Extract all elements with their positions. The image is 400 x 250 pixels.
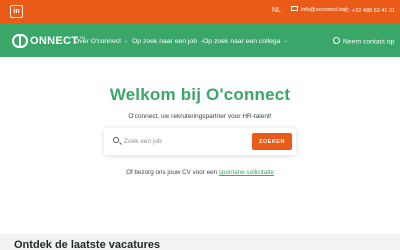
top-bar: in NL info@oconnect.be ✆ +32 488 53 41 31: [0, 0, 400, 24]
email-link[interactable]: info@oconnect.be: [291, 6, 346, 13]
search-button[interactable]: ZOEKEN: [252, 133, 292, 150]
nav-item-over-oconnect[interactable]: Over O'connect ⌄: [74, 38, 128, 45]
chevron-down-icon: ⌄: [283, 38, 288, 44]
phone-text: +32 488 53 41 31: [352, 8, 396, 14]
main-navigation: ONNECT TM Over O'connect ⌄ Op zoek naar e…: [0, 24, 400, 57]
nav-item-label: Op zoek naar een job: [132, 38, 197, 45]
email-text: info@oconnect.be: [301, 7, 346, 13]
mail-icon: [291, 6, 298, 12]
spontaneous-application-link[interactable]: spontane sollicitatie: [219, 169, 274, 176]
hero-subtitle: O'connect, uw rekruteringspartner voor H…: [128, 113, 272, 120]
phone-link[interactable]: ✆ +32 488 53 41 31: [344, 7, 395, 14]
job-search-box: ZOEKEN: [104, 128, 296, 155]
nav-item-label: Op zoek naar een collega: [203, 38, 281, 45]
search-input[interactable]: [124, 135, 244, 148]
chevron-down-icon: ⌄: [124, 38, 129, 44]
language-switch[interactable]: NL: [272, 7, 281, 14]
phone-icon: ✆: [344, 8, 350, 14]
section-title: Ontdek de laatste vacatures: [14, 239, 161, 250]
spontaneous-application-line: Of bezorg ons jouw CV voor een spontane …: [0, 169, 400, 176]
nav-item-collega[interactable]: Op zoek naar een collega ⌄: [203, 38, 288, 45]
linkedin-icon[interactable]: in: [10, 5, 23, 18]
page-title: Welkom bij O'connect: [109, 85, 291, 104]
logo-mark-icon: [12, 34, 28, 48]
logo-text: ONNECT: [30, 35, 79, 47]
nav-item-job[interactable]: Op zoek naar een job ⌄: [132, 38, 204, 45]
nav-item-label: Over O'connect: [74, 38, 122, 45]
search-icon: [113, 137, 119, 143]
contact-link[interactable]: Neem contact op: [333, 37, 395, 46]
cv-text: Of bezorg ons jouw CV voor een: [126, 169, 219, 176]
globe-icon: [333, 37, 340, 44]
contact-label: Neem contact op: [343, 38, 395, 46]
